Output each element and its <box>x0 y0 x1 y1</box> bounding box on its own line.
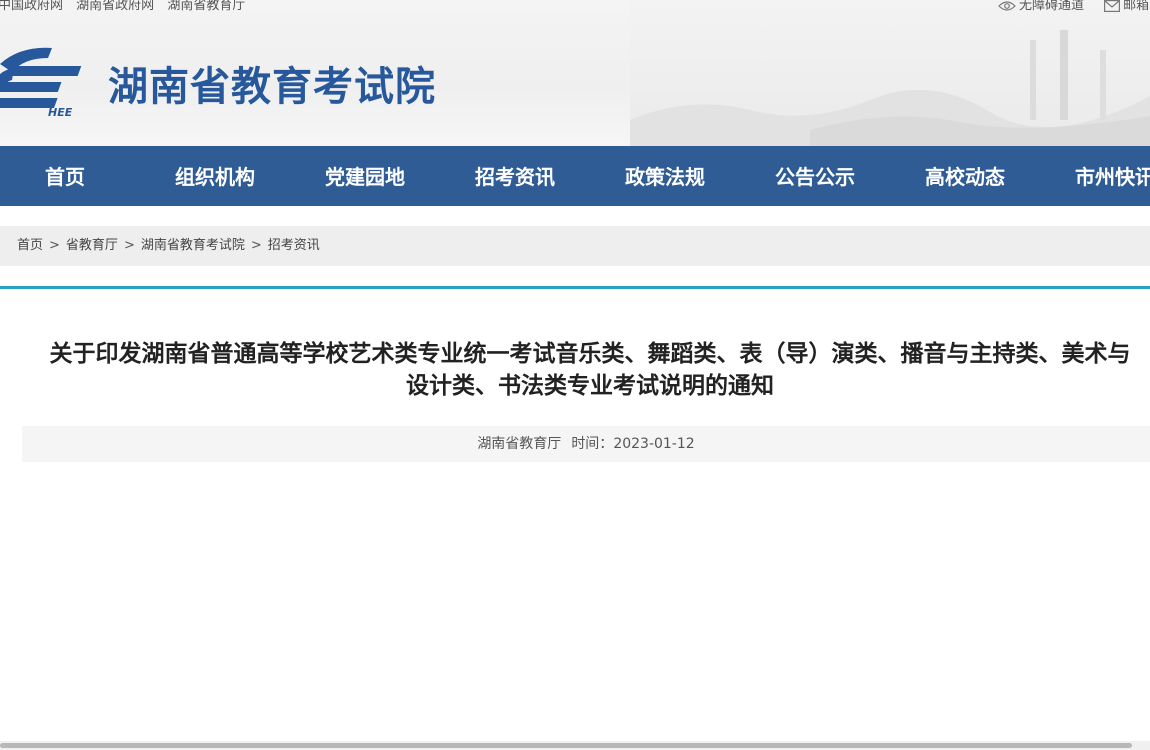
breadcrumb-separator: > <box>49 238 60 253</box>
article-time-label: 时间： <box>571 436 614 452</box>
external-links: 中国政府网 湖南省政府网 湖南省教育厅 <box>0 0 254 13</box>
mail-link[interactable]: 邮箱 <box>1104 0 1149 13</box>
utility-actions: 无障碍通道 邮箱 <box>998 0 1150 16</box>
breadcrumb-separator: > <box>123 238 135 253</box>
article-body <box>22 470 1150 738</box>
link-hunan-gov[interactable]: 湖南省政府网 <box>76 0 154 13</box>
link-gov-cn[interactable]: 中国政府网 <box>0 0 63 13</box>
accessibility-label: 无障碍通道 <box>1019 0 1085 13</box>
breadcrumb-edu-dept[interactable]: 省教育厅 <box>66 238 118 253</box>
article-date: 2023-01-12 <box>613 436 695 452</box>
breadcrumb: 首页 > 省教育厅 > 湖南省教育考试院 > 招考资讯 <box>0 226 1150 266</box>
accessibility-link[interactable]: 无障碍通道 <box>998 0 1084 13</box>
eye-icon <box>998 1 1016 11</box>
breadcrumb-exam-authority[interactable]: 湖南省教育考试院 <box>141 238 245 253</box>
top-utility-bar: 中国政府网 湖南省政府网 湖南省教育厅 无障碍通道 邮箱 <box>0 0 1150 16</box>
site-title: 湖南省教育考试院 <box>108 64 436 110</box>
header-scenery-graphic <box>630 0 1150 146</box>
mail-icon <box>1104 0 1121 12</box>
mail-label: 邮箱 <box>1123 0 1150 13</box>
nav-item-announcements[interactable]: 公告公示 <box>740 146 890 206</box>
horizontal-scrollbar[interactable] <box>0 741 1150 750</box>
breadcrumb-separator: > <box>250 238 262 253</box>
article-title: 关于印发湖南省普通高等学校艺术类专业统一考试音乐类、舞蹈类、表（导）演类、播音与… <box>49 341 1131 399</box>
nav-item-party-building[interactable]: 党建园地 <box>290 146 440 206</box>
logo-text: HEE <box>48 106 73 119</box>
site-logo[interactable]: HEE <box>0 42 100 120</box>
breadcrumb-home[interactable]: 首页 <box>17 238 43 253</box>
nav-item-admissions-news[interactable]: 招考资讯 <box>440 146 590 206</box>
nav-item-city-news[interactable]: 市州快讯 <box>1040 146 1150 206</box>
site-header: HEE 湖南省教育考试院 <box>0 0 1150 146</box>
article-meta: 湖南省教育厅 时间：2023-01-12 <box>22 426 1150 462</box>
nav-item-organization[interactable]: 组织机构 <box>140 146 290 206</box>
section-divider <box>0 286 1150 289</box>
nav-item-policy[interactable]: 政策法规 <box>590 146 740 206</box>
link-hunan-edu[interactable]: 湖南省教育厅 <box>167 0 245 13</box>
nav-item-home[interactable]: 首页 <box>0 146 140 206</box>
nav-item-university-news[interactable]: 高校动态 <box>890 146 1040 206</box>
main-nav: 首页 组织机构 党建园地 招考资讯 政策法规 公告公示 高校动态 市州快讯 <box>0 146 1150 206</box>
article-source: 湖南省教育厅 <box>477 436 562 452</box>
breadcrumb-current[interactable]: 招考资讯 <box>268 238 320 253</box>
scrollbar-thumb[interactable] <box>0 743 1132 748</box>
